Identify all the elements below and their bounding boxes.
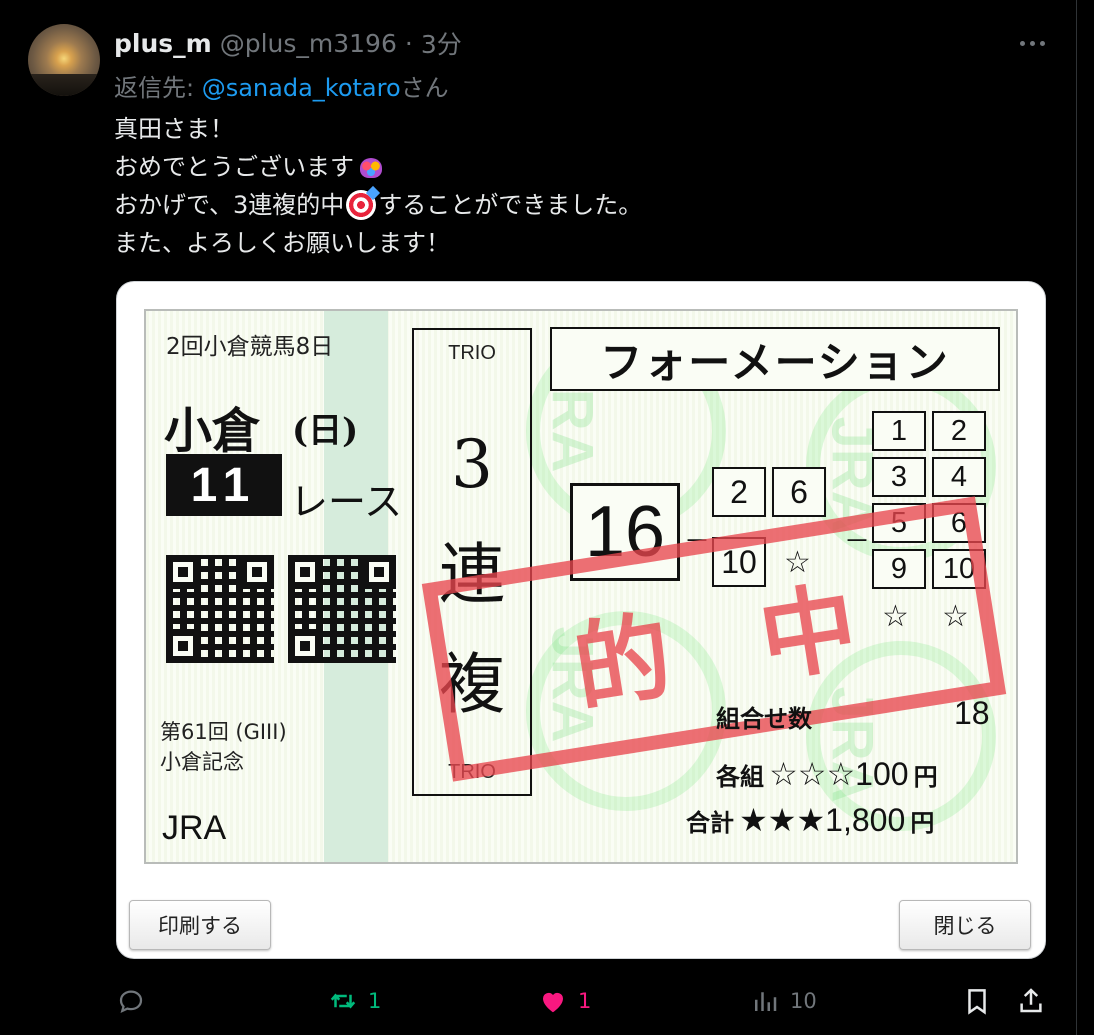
bullseye-emoji-icon (346, 190, 377, 220)
second-leg-number: 6 (772, 467, 826, 517)
third-leg-number: 2 (932, 411, 986, 451)
event-edition: 第61回 (GIII) (160, 720, 287, 744)
stamp-char: 的 (566, 598, 679, 725)
event-name: 第61回 (GIII) 小倉記念 (160, 717, 287, 777)
timeline-divider (1076, 0, 1077, 1035)
combinations-key: 組合せ数 (716, 705, 812, 733)
repost-icon (330, 993, 356, 1009)
each-currency: 円 (913, 763, 938, 791)
share-icon (1020, 988, 1042, 1013)
race-day: (日) (292, 411, 359, 451)
event-title: 小倉記念 (160, 750, 244, 774)
combinations-label: 組合せ数 (716, 699, 812, 734)
post-line-text: 真田さま！ (114, 115, 234, 143)
like-button[interactable]: 1 (538, 976, 591, 1026)
post-line-text: おめでとうございます (114, 153, 354, 181)
heart-icon (543, 992, 563, 1013)
views-chart-icon (755, 992, 777, 1011)
third-leg-number: 1 (872, 411, 926, 451)
formation-title: フォーメーション (550, 327, 1000, 391)
total-stars: ★★★ (739, 802, 826, 838)
user-handle[interactable]: @plus_m3196 (220, 29, 397, 58)
combinations-count: 18 (954, 695, 990, 731)
race-label: レース (290, 480, 403, 524)
reply-context: 返信先: @sanada_kotaroさん (114, 68, 449, 103)
third-leg-number: 4 (932, 457, 986, 497)
more-options-icon[interactable] (1012, 28, 1052, 58)
post-line: また、よろしくお願いします！ (114, 224, 642, 262)
reply-suffix: さん (400, 74, 449, 102)
post-actions-bar: 1 1 10 (0, 976, 1076, 1026)
bookmark-icon (968, 989, 986, 1015)
like-count: 1 (578, 989, 592, 1013)
post-text: 真田さま！ おめでとうございます おかげで、3連複的中 することができました。 ま… (114, 110, 642, 262)
bet-type-char: 3 (451, 426, 493, 503)
views-button[interactable]: 10 (750, 976, 817, 1026)
post-line-text: また、よろしくお願いします！ (114, 229, 450, 257)
each-value: 100 (855, 756, 909, 792)
third-leg-number: 3 (872, 457, 926, 497)
separator-dot: · (404, 28, 413, 58)
total-value: 1,800 (825, 802, 906, 838)
party-popper-emoji-icon (356, 152, 386, 182)
reply-mention-link[interactable]: @sanada_kotaro (202, 74, 401, 102)
post-line: おめでとうございます (114, 148, 642, 186)
total-amount: 合計 ★★★1,800 円 (686, 801, 934, 839)
qr-code-icon (166, 555, 274, 663)
post-timestamp[interactable]: 3分 (421, 25, 462, 61)
each-label: 各組 (716, 763, 764, 791)
total-label: 合計 (686, 809, 734, 837)
jra-label: JRA (162, 809, 227, 847)
total-currency: 円 (910, 809, 935, 837)
race-number: 11 (166, 454, 282, 516)
close-button[interactable]: 閉じる (899, 900, 1031, 950)
repost-count: 1 (368, 989, 382, 1013)
bet-type-en-top: TRIO (448, 342, 496, 364)
each-stars: ☆☆☆ (769, 756, 856, 792)
reply-button[interactable] (116, 976, 156, 1026)
combinations-value: 18 (954, 695, 990, 732)
stamp-char: 中 (751, 568, 865, 696)
avatar[interactable] (28, 24, 100, 96)
repost-button[interactable]: 1 (328, 976, 381, 1026)
share-button[interactable] (1016, 976, 1046, 1026)
reply-prefix: 返信先: (114, 74, 202, 102)
reply-icon (119, 990, 143, 1014)
betting-ticket: JRA JRA JRA JRA 2回小倉競馬8日 小倉 (日) 11 レース 第… (144, 309, 1018, 864)
bookmark-button[interactable] (962, 976, 992, 1026)
venue-name: 小倉 (164, 403, 261, 459)
attached-image[interactable]: JRA JRA JRA JRA 2回小倉競馬8日 小倉 (日) 11 レース 第… (116, 281, 1046, 959)
post-line: おかげで、3連複的中 することができました。 (114, 186, 642, 224)
post-line-text: おかげで、3連複的中 (114, 191, 345, 219)
post-header: plus_m @plus_m3196 · 3分 (114, 26, 462, 60)
race-meeting-info: 2回小倉競馬8日 (166, 334, 334, 360)
display-name[interactable]: plus_m (114, 29, 212, 58)
qr-code-icon (288, 555, 396, 663)
each-combo-amount: 各組 ☆☆☆100 円 (716, 755, 938, 793)
post-line: 真田さま！ (114, 110, 642, 148)
post-line-text: することができました。 (378, 191, 643, 219)
second-leg-number: 2 (712, 467, 766, 517)
print-button[interactable]: 印刷する (129, 900, 271, 950)
views-count: 10 (790, 989, 817, 1013)
